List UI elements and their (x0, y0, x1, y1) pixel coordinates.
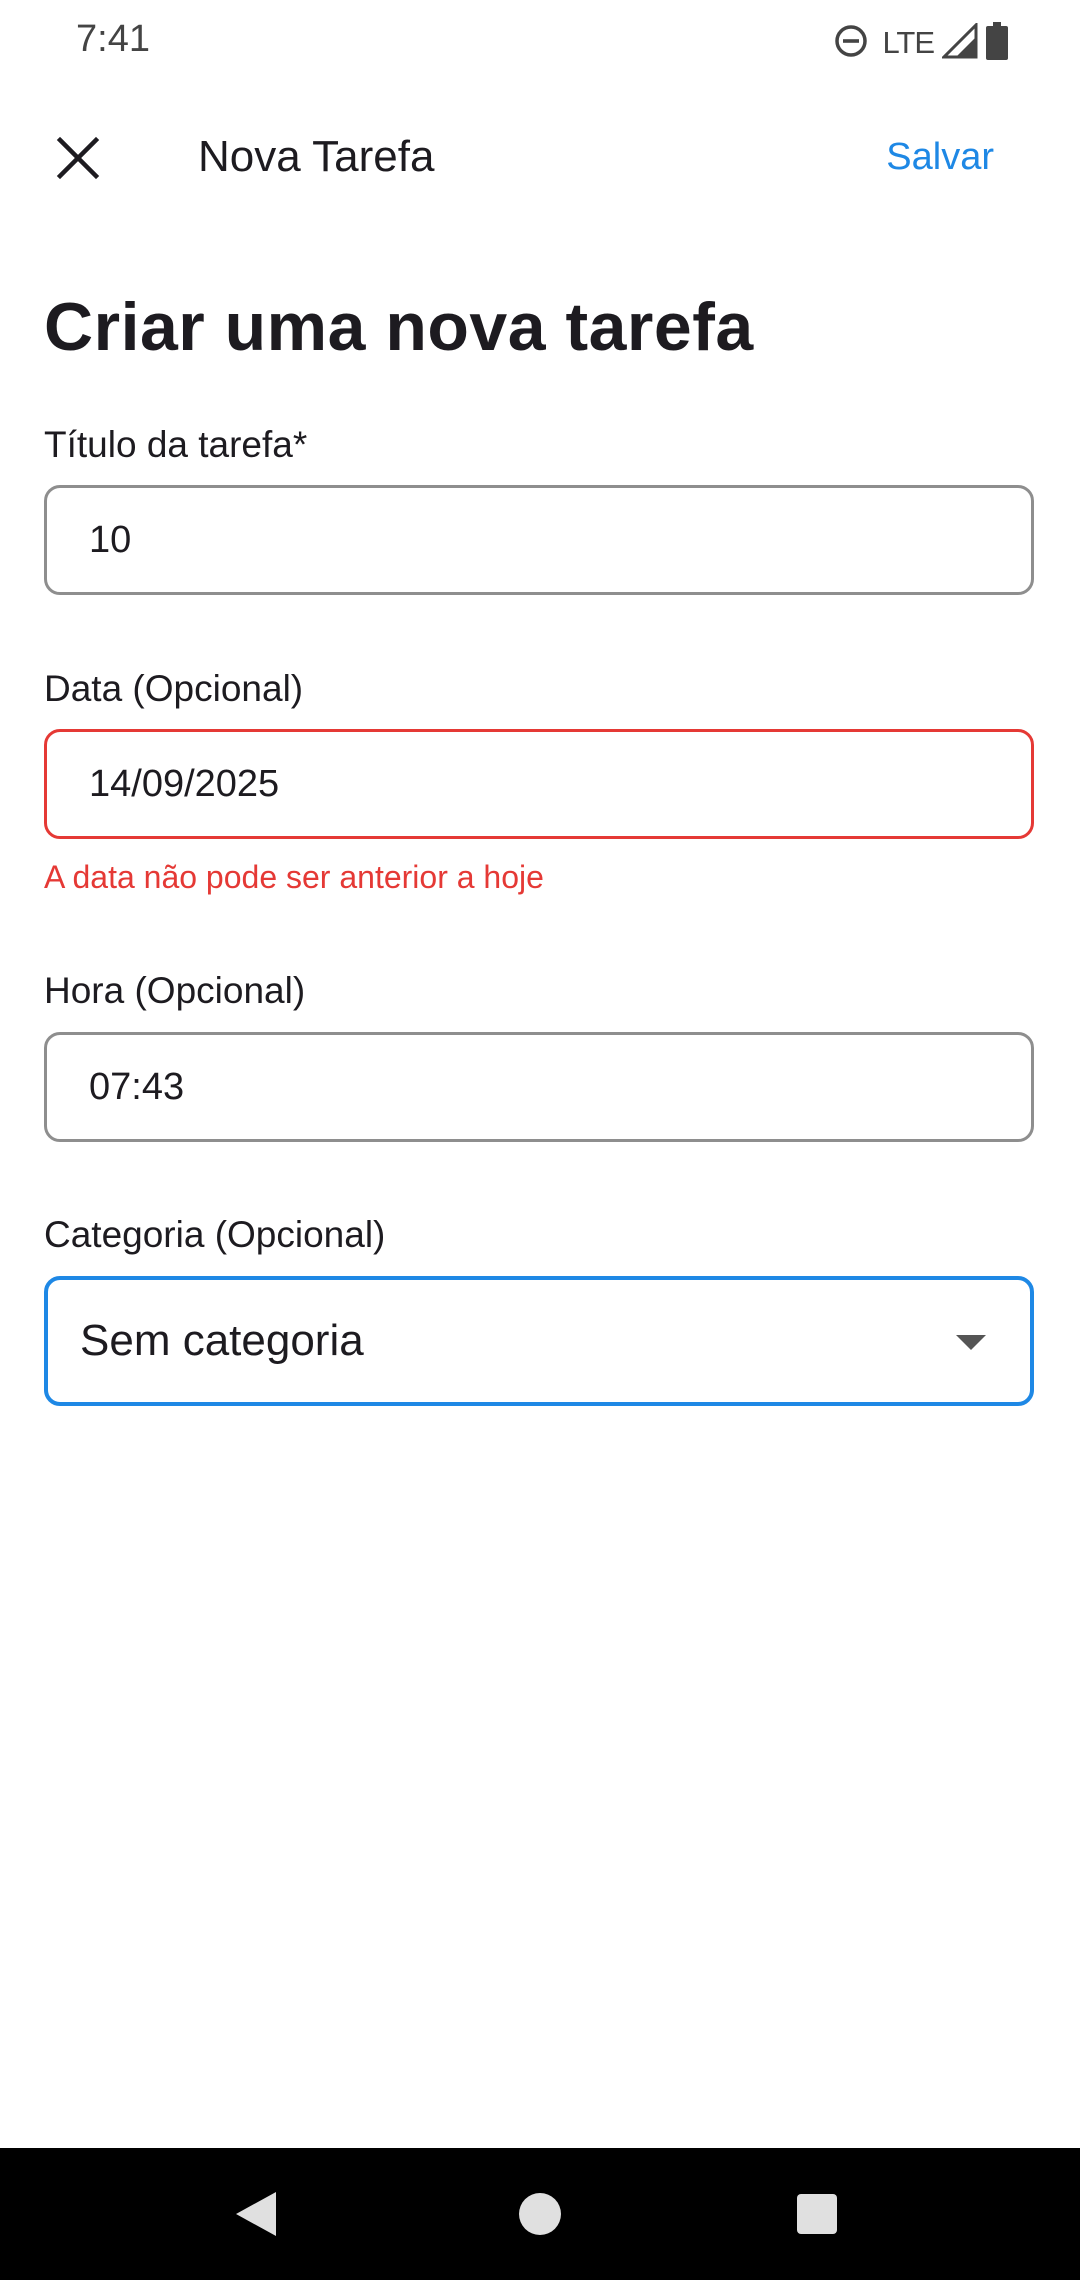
chevron-down-icon (956, 1335, 986, 1350)
date-label: Data (Opcional) (44, 668, 304, 709)
back-icon[interactable] (236, 2192, 276, 2236)
app-title: Nova Tarefa (198, 132, 435, 181)
close-button[interactable] (36, 118, 120, 202)
time-label: Hora (Opcional) (44, 970, 306, 1011)
category-selected-value: Sem categoria (80, 1316, 364, 1365)
home-icon[interactable] (519, 2193, 561, 2235)
save-button[interactable]: Salvar (886, 136, 994, 179)
time-input[interactable]: 07:43 (44, 1032, 1034, 1142)
network-type: LTE (882, 25, 935, 60)
do-not-disturb-icon (834, 24, 868, 63)
app-bar: Nova Tarefa Salvar (0, 100, 1080, 220)
time-value: 07:43 (89, 1065, 185, 1108)
close-icon (56, 136, 100, 185)
date-value: 14/09/2025 (89, 762, 280, 805)
task-title-label: Título da tarefa* (44, 424, 308, 465)
battery-icon (986, 21, 1008, 65)
category-select[interactable]: Sem categoria (44, 1276, 1034, 1406)
date-error-message: A data não pode ser anterior a hoje (44, 859, 544, 895)
date-input[interactable]: 14/09/2025 (44, 729, 1034, 839)
page-title: Criar uma nova tarefa (44, 289, 754, 365)
system-nav-bar (0, 2148, 1080, 2280)
signal-icon (940, 20, 978, 64)
status-bar: 7:41 LTE (0, 0, 1080, 88)
recents-icon[interactable] (797, 2194, 837, 2234)
task-title-input[interactable]: 10 (44, 485, 1034, 595)
status-time: 7:41 (76, 18, 150, 60)
category-label: Categoria (Opcional) (44, 1214, 386, 1255)
task-title-value: 10 (89, 518, 132, 561)
status-icons: LTE (834, 20, 1008, 65)
